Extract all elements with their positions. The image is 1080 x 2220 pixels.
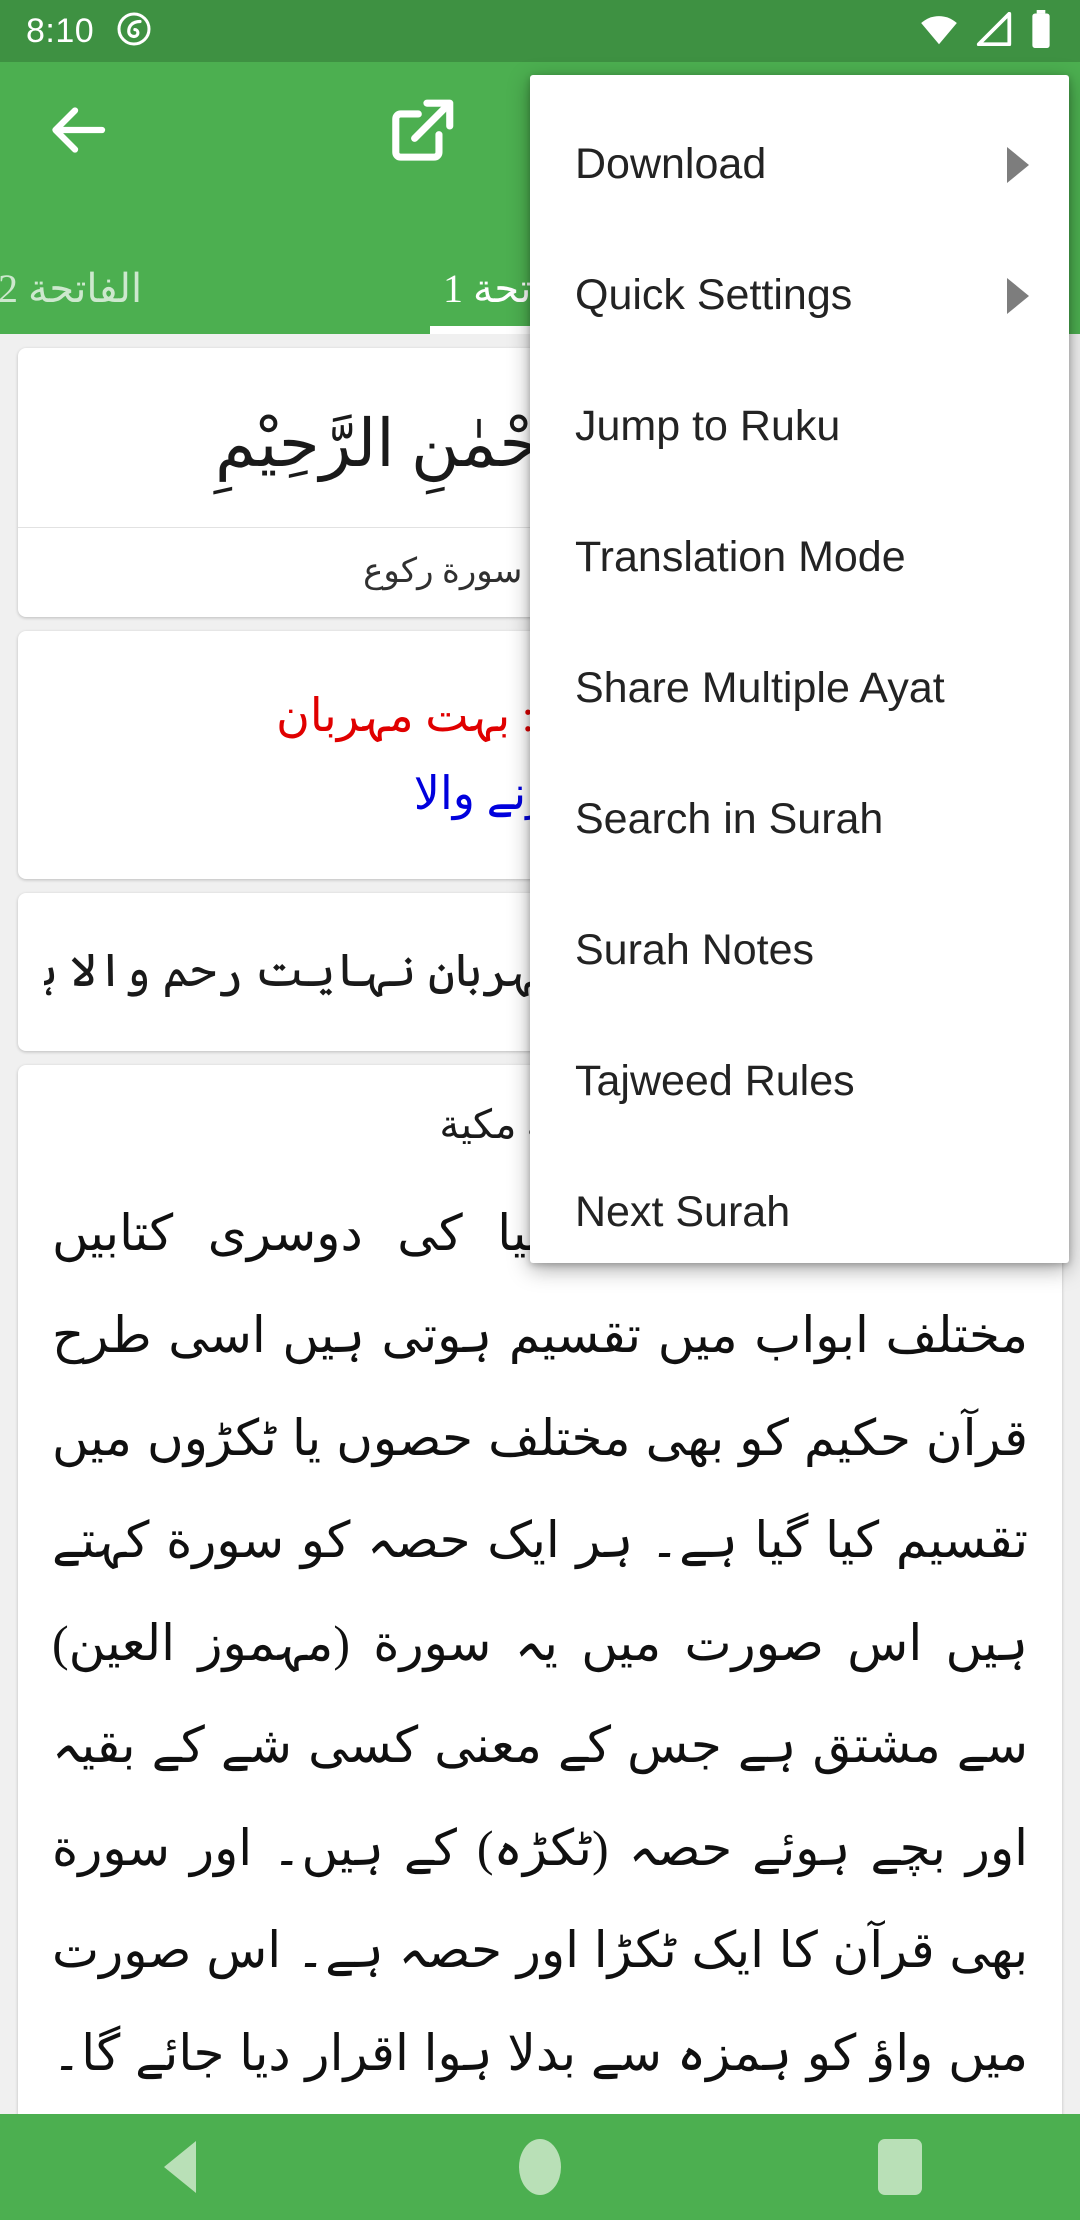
tab-label-previous: الفاتحة 2 xyxy=(0,265,143,311)
menu-item-download[interactable]: Download xyxy=(530,99,1069,230)
circle-home-icon xyxy=(519,2139,561,2195)
recents-nav-button[interactable] xyxy=(720,2139,1080,2195)
menu-item-label: Quick Settings xyxy=(575,271,853,319)
menu-item-label: Translation Mode xyxy=(575,533,906,581)
menu-item-label: Next Surah xyxy=(575,1188,791,1236)
tab-surah-previous[interactable]: الفاتحة 2 xyxy=(0,242,280,334)
menu-item-label: Download xyxy=(575,140,767,188)
menu-item-jump-to-ruku[interactable]: Jump to Ruku xyxy=(530,361,1069,492)
back-arrow-icon xyxy=(42,94,114,171)
share-external-icon xyxy=(385,93,459,172)
chevron-right-icon xyxy=(1007,277,1029,314)
menu-item-surah-notes[interactable]: Surah Notes xyxy=(530,885,1069,1016)
share-external-button[interactable] xyxy=(380,90,464,174)
menu-item-tajweed-rules[interactable]: Tajweed Rules xyxy=(530,1016,1069,1147)
app-notification-icon xyxy=(116,11,152,52)
system-navigation-bar xyxy=(0,2114,1080,2220)
menu-item-next-surah[interactable]: Next Surah xyxy=(530,1147,1069,1263)
menu-item-search-in-surah[interactable]: Search in Surah xyxy=(530,754,1069,885)
triangle-back-icon xyxy=(164,2141,196,2193)
menu-item-quick-settings[interactable]: Quick Settings xyxy=(530,230,1069,361)
home-nav-button[interactable] xyxy=(360,2139,720,2195)
status-clock: 8:10 xyxy=(26,12,95,50)
battery-icon xyxy=(1028,9,1054,53)
menu-item-label: Jump to Ruku xyxy=(575,402,841,450)
tafsir-body-text: سورة : جس طرح دنیا کی دوسری کتابیں مختلف… xyxy=(52,1204,1028,2081)
status-bar-right xyxy=(918,9,1054,53)
square-recents-icon xyxy=(878,2139,922,2195)
app-screen: 8:10 الفاتحة 2 الفاتحة 1 الرَّحْمٰنِ الر… xyxy=(0,0,1080,2220)
status-bar: 8:10 xyxy=(0,0,1080,62)
menu-item-label: Search in Surah xyxy=(575,795,884,843)
back-button[interactable] xyxy=(36,90,120,174)
cellular-signal-icon xyxy=(974,11,1014,51)
menu-item-label: Surah Notes xyxy=(575,926,815,974)
status-bar-left: 8:10 xyxy=(26,11,152,52)
chevron-right-icon xyxy=(1007,146,1029,183)
menu-item-translation-mode[interactable]: Translation Mode xyxy=(530,492,1069,623)
overflow-popup-menu[interactable]: Download Quick Settings Jump to Ruku Tra… xyxy=(530,75,1069,1263)
menu-item-label: Tajweed Rules xyxy=(575,1057,855,1105)
wifi-icon xyxy=(918,12,960,51)
back-nav-button[interactable] xyxy=(0,2141,360,2193)
menu-item-label: Share Multiple Ayat xyxy=(575,664,945,712)
menu-item-share-multiple-ayat[interactable]: Share Multiple Ayat xyxy=(530,623,1069,754)
